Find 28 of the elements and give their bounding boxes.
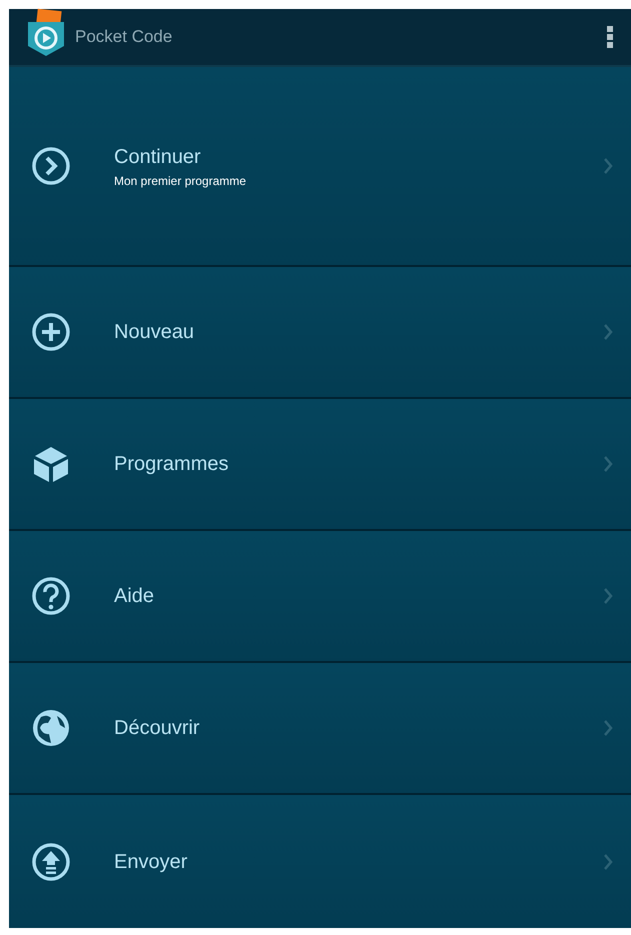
menu-label: Nouveau xyxy=(114,320,194,345)
help-circle-icon xyxy=(31,576,71,616)
menu-item[interactable]: Aide xyxy=(9,531,631,663)
menu-item[interactable]: Programmes xyxy=(9,399,631,531)
menu-item[interactable]: Continuer Mon premier programme xyxy=(9,67,631,267)
upload-circle-icon xyxy=(31,842,71,882)
cube-icon xyxy=(31,444,71,484)
menu-item[interactable]: Découvrir xyxy=(9,663,631,795)
menu-item[interactable]: Nouveau xyxy=(9,267,631,399)
pocket-logo-icon xyxy=(25,8,67,58)
menu-label: Continuer xyxy=(114,145,201,170)
menu-label: Aide xyxy=(114,584,154,609)
chevron-circle-icon xyxy=(31,146,71,186)
menu-label: Programmes xyxy=(114,452,228,477)
overflow-menu-icon[interactable] xyxy=(607,26,613,48)
chevron-right-icon xyxy=(603,587,613,605)
chevron-right-icon xyxy=(603,323,613,341)
menu-label: Découvrir xyxy=(114,716,200,741)
menu-item[interactable]: Envoyer xyxy=(9,795,631,928)
plus-circle-icon xyxy=(31,312,71,352)
app-title: Pocket Code xyxy=(75,26,172,48)
chevron-right-icon xyxy=(603,455,613,473)
menu-label: Envoyer xyxy=(114,850,188,874)
chevron-right-icon xyxy=(603,719,613,737)
chevron-right-icon xyxy=(603,852,613,870)
globe-icon xyxy=(31,708,71,748)
menu-subtitle: Mon premier programme xyxy=(114,173,246,190)
chevron-right-icon xyxy=(603,157,613,175)
